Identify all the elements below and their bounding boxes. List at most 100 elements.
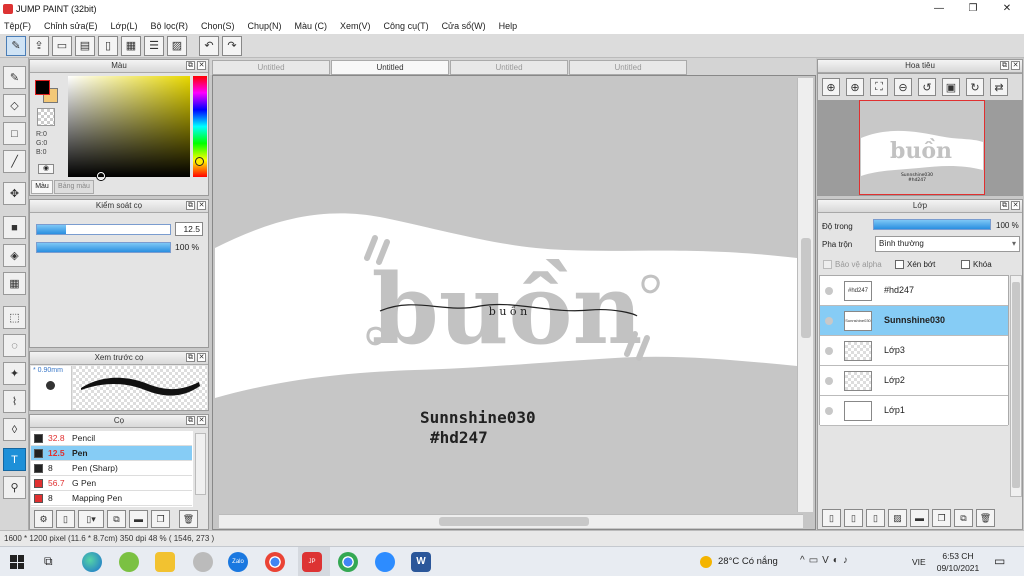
lasso-tool-icon[interactable]: ◌ xyxy=(3,334,26,357)
fill-shape-tool-icon[interactable]: ■ xyxy=(3,216,26,239)
page-icon[interactable]: ▯ xyxy=(98,35,118,56)
app-brush-icon[interactable] xyxy=(193,552,213,572)
brush-add-dropdown-icon[interactable]: ▯▾ xyxy=(78,510,104,528)
tab-color[interactable]: Màu xyxy=(31,180,53,194)
chrome-profile-icon[interactable] xyxy=(338,552,358,572)
panel-close-icon[interactable]: ✕ xyxy=(197,353,206,362)
gradient-tool-icon[interactable]: ▦ xyxy=(3,272,26,295)
eyedropper-tool-icon[interactable]: ⚲ xyxy=(3,476,26,499)
navigator-thumbnail[interactable]: buồn Sunnshine030 #hd247 xyxy=(859,100,985,195)
layer-folder-icon[interactable]: ▬ xyxy=(910,509,929,527)
reset-view-icon[interactable]: ▣ xyxy=(942,78,960,96)
brush-item-pen-sharp[interactable]: 8 Pen (Sharp) xyxy=(31,461,192,476)
app-green-icon[interactable] xyxy=(119,552,139,572)
clipping-checkbox[interactable] xyxy=(895,260,904,269)
tab-document-2[interactable]: Untitled xyxy=(331,60,449,75)
menu-window[interactable]: Cửa sổ(W) xyxy=(442,21,486,31)
settings-icon[interactable]: ▨ xyxy=(167,35,187,56)
comment-icon[interactable]: ▭ xyxy=(52,35,72,56)
layer-item-lop1[interactable]: Lớp1 xyxy=(820,396,1008,426)
maximize-button[interactable]: ❐ xyxy=(956,0,990,17)
tab-palette[interactable]: Bảng màu xyxy=(54,180,94,194)
duplicate-layer-icon[interactable]: ❐ xyxy=(932,509,951,527)
zoom-in-icon[interactable]: ⊕ xyxy=(822,78,840,96)
panel-close-icon[interactable]: ✕ xyxy=(1011,61,1020,70)
brush-list-scrollbar[interactable] xyxy=(195,433,206,495)
foreground-color-swatch[interactable] xyxy=(35,80,50,95)
canvas-hscrollbar[interactable] xyxy=(219,514,803,528)
copy-layer-icon[interactable]: ▯ xyxy=(866,509,885,527)
delete-layer-icon[interactable]: 🗑 xyxy=(976,509,995,527)
menu-help[interactable]: Help xyxy=(499,21,518,31)
tone-layer-icon[interactable]: ▨ xyxy=(888,509,907,527)
task-view-icon[interactable]: ⧉ xyxy=(44,554,53,569)
menu-layer[interactable]: Lớp(L) xyxy=(111,21,138,31)
list-icon[interactable]: ☰ xyxy=(144,35,164,56)
redo-icon[interactable]: ↷ xyxy=(222,35,242,56)
fit-icon[interactable]: ⛶ xyxy=(870,78,888,96)
rotate-left-icon[interactable]: ↺ xyxy=(918,78,936,96)
pen-mode-icon[interactable]: ✎ xyxy=(6,35,26,56)
menu-edit[interactable]: Chỉnh sửa(E) xyxy=(44,21,98,31)
panel-close-icon[interactable]: ✕ xyxy=(197,61,206,70)
new-layer-alt-icon[interactable]: ▯ xyxy=(844,509,863,527)
layer-item-lop3[interactable]: Lớp3 xyxy=(820,336,1008,366)
layer-visibility-icon[interactable] xyxy=(825,377,833,385)
rotate-right-icon[interactable]: ↻ xyxy=(966,78,984,96)
brush-settings-icon[interactable]: ⚙ xyxy=(34,510,53,528)
layer-opacity-slider[interactable] xyxy=(873,219,991,230)
brush-item-pen[interactable]: 12.5 Pen xyxy=(31,446,192,461)
panel-close-icon[interactable]: ✕ xyxy=(197,201,206,210)
tab-document-4[interactable]: Untitled xyxy=(569,60,687,75)
tab-document-1[interactable]: Untitled xyxy=(212,60,330,75)
input-language[interactable]: VIE xyxy=(912,557,926,567)
tray-icons[interactable]: ^▭V◐♪ xyxy=(800,555,852,566)
canvas-vscroll-thumb[interactable] xyxy=(801,238,811,338)
select-eraser-tool-icon[interactable]: ◊ xyxy=(3,418,26,441)
menu-filter[interactable]: Bộ lọc(R) xyxy=(150,21,188,31)
layer-item-sunnshine030[interactable]: Sunnshine030 Sunnshine030 xyxy=(820,306,1008,336)
edge-icon[interactable] xyxy=(82,552,102,572)
menu-file[interactable]: Tệp(F) xyxy=(4,21,31,31)
menu-capture[interactable]: Chụp(N) xyxy=(248,21,282,31)
zoom-app-icon[interactable] xyxy=(375,552,395,572)
brush-opacity-slider[interactable] xyxy=(36,242,171,253)
panel-float-icon[interactable]: ⧉ xyxy=(186,201,195,210)
close-button[interactable]: ✕ xyxy=(990,0,1024,17)
minimize-button[interactable]: — xyxy=(922,0,956,17)
alpha-protect-checkbox[interactable] xyxy=(823,260,832,269)
saturation-value-picker[interactable] xyxy=(68,76,190,177)
brush-tool-icon[interactable]: ✎ xyxy=(3,66,26,89)
layer-list-scrollbar[interactable] xyxy=(1010,275,1022,497)
new-layer-icon[interactable]: ▯ xyxy=(822,509,841,527)
line-tool-icon[interactable]: ╱ xyxy=(3,150,26,173)
layer-visibility-icon[interactable] xyxy=(825,317,833,325)
picker-cursor[interactable] xyxy=(97,172,105,180)
rect-select-tool-icon[interactable]: □ xyxy=(3,122,26,145)
menu-tools[interactable]: Công cụ(T) xyxy=(384,21,429,31)
clock[interactable]: 6:53 CH 09/10/2021 xyxy=(936,550,980,574)
menu-color[interactable]: Màu (C) xyxy=(295,21,328,31)
blend-mode-select[interactable]: Bình thường ▾ xyxy=(875,236,1020,252)
transparent-color-swatch[interactable] xyxy=(37,108,55,126)
brush-item-pencil[interactable]: 32.8 Pencil xyxy=(31,431,192,446)
panel-float-icon[interactable]: ⧉ xyxy=(1000,61,1009,70)
file-explorer-icon[interactable] xyxy=(155,552,175,572)
panel-close-icon[interactable]: ✕ xyxy=(1011,201,1020,210)
layer-item-hd247[interactable]: #hd247 #hd247 xyxy=(820,276,1008,306)
menu-view[interactable]: Xem(V) xyxy=(340,21,371,31)
brush-size-slider[interactable] xyxy=(36,224,171,235)
jump-paint-taskbar-icon[interactable]: JP xyxy=(302,552,322,572)
weather-text[interactable]: 28°C Có nắng xyxy=(718,556,778,567)
undo-icon[interactable]: ↶ xyxy=(199,35,219,56)
merge-layer-icon[interactable]: ⧉ xyxy=(954,509,973,527)
eraser-tool-icon[interactable]: ◇ xyxy=(3,94,26,117)
hue-cursor[interactable] xyxy=(195,157,204,166)
canvas-area[interactable]: buồn b u ồ n Sunnshine030 #hd247 xyxy=(212,75,816,530)
layer-visibility-icon[interactable] xyxy=(825,407,833,415)
grid-icon[interactable]: ▦ xyxy=(121,35,141,56)
panel-float-icon[interactable]: ⧉ xyxy=(186,353,195,362)
duplicate-brush-icon[interactable]: ❐ xyxy=(151,510,170,528)
copy-brush-icon[interactable]: ⧉ xyxy=(107,510,126,528)
panel-float-icon[interactable]: ⧉ xyxy=(186,416,195,425)
